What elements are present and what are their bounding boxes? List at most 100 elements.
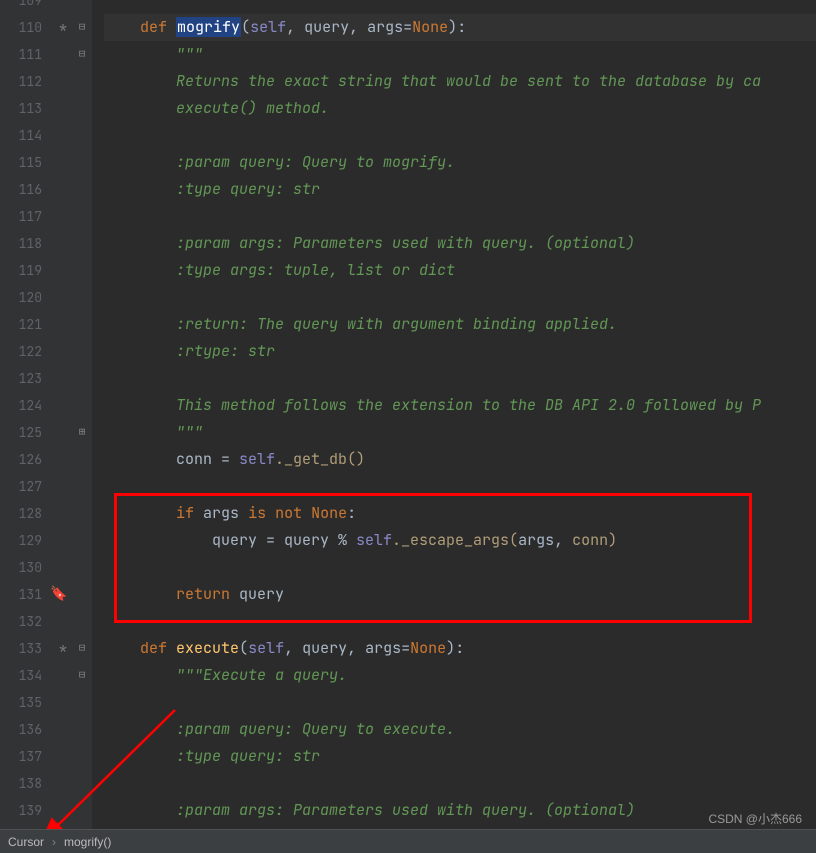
code-line[interactable]: return query: [104, 581, 816, 608]
fold-close-icon[interactable]: ⊞: [76, 419, 88, 446]
line-number: 137: [0, 743, 42, 770]
code-token: [104, 584, 176, 604]
code-token: ,: [286, 17, 304, 37]
code-token: query: [302, 638, 347, 658]
line-number: 112: [0, 68, 42, 95]
code-token: :: [455, 638, 464, 658]
code-line[interactable]: [104, 284, 816, 311]
code-token: :param args: Parameters used with query.…: [104, 233, 635, 253]
code-line[interactable]: if args is not None:: [104, 500, 816, 527]
bookmark-icon[interactable]: 🔖: [50, 581, 64, 608]
code-line[interactable]: """: [104, 41, 816, 68]
code-line[interactable]: Returns the exact string that would be s…: [104, 68, 816, 95]
code-token: ._escape_args(: [392, 530, 518, 550]
code-token: args: [365, 638, 401, 658]
line-number: 121: [0, 311, 42, 338]
code-token: :type query: str: [104, 746, 320, 766]
code-token: None: [410, 638, 446, 658]
code-line[interactable]: :param query: Query to execute.: [104, 716, 816, 743]
line-number: 120: [0, 284, 42, 311]
code-line[interactable]: This method follows the extension to the…: [104, 392, 816, 419]
code-line[interactable]: :param args: Parameters used with query.…: [104, 230, 816, 257]
line-number: 114: [0, 122, 42, 149]
code-token: :rtype: str: [104, 341, 275, 361]
code-token: args: [518, 530, 554, 550]
code-token: None: [311, 503, 347, 523]
fold-open-icon[interactable]: ⊟: [76, 635, 88, 662]
line-number: 125: [0, 419, 42, 446]
code-line[interactable]: conn = self._get_db(): [104, 446, 816, 473]
fold-open-icon[interactable]: ⊟: [76, 14, 88, 41]
code-line[interactable]: :type query: str: [104, 176, 816, 203]
code-token: args: [203, 503, 239, 523]
code-token: if: [176, 503, 203, 523]
editor-root: 109110*⊟111⊟1121131141151161171181191201…: [0, 0, 816, 853]
code-token: =: [403, 17, 412, 37]
code-token: ._get_db(): [275, 449, 365, 469]
code-token: :: [457, 17, 466, 37]
breadcrumb-item-1[interactable]: Cursor: [0, 835, 52, 849]
gutter-change-marker-icon: *: [58, 14, 68, 41]
code-token: ,: [347, 638, 365, 658]
code-token: :param args: Parameters used with query.…: [104, 800, 635, 820]
code-line[interactable]: [104, 203, 816, 230]
code-line[interactable]: [104, 0, 816, 14]
fold-open-icon[interactable]: ⊟: [76, 662, 88, 689]
watermark-text: CSDN @小杰666: [708, 810, 802, 827]
line-number: 115: [0, 149, 42, 176]
line-number: 133: [0, 635, 42, 662]
code-token: :type args: tuple, list or dict: [104, 260, 455, 280]
code-line[interactable]: :param query: Query to mogrify.: [104, 149, 816, 176]
line-number: 127: [0, 473, 42, 500]
line-number: 123: [0, 365, 42, 392]
code-line[interactable]: [104, 770, 816, 797]
code-line[interactable]: query = query % self._escape_args(args, …: [104, 527, 816, 554]
line-number: 130: [0, 554, 42, 581]
line-number: 113: [0, 95, 42, 122]
code-token: self: [248, 638, 284, 658]
code-token: ,: [284, 638, 302, 658]
code-token: None: [412, 17, 448, 37]
code-area[interactable]: def mogrify(self, query, args=None): """…: [92, 0, 816, 830]
code-line[interactable]: [104, 608, 816, 635]
code-token: conn =: [176, 449, 239, 469]
code-line[interactable]: [104, 365, 816, 392]
code-token: (: [241, 17, 250, 37]
line-number: 139: [0, 797, 42, 824]
code-token: query: [239, 584, 284, 604]
code-line[interactable]: def execute(self, query, args=None):: [104, 635, 816, 662]
code-token: =: [401, 638, 410, 658]
line-number: 116: [0, 176, 42, 203]
code-token: :param query: Query to execute.: [104, 719, 455, 739]
code-line[interactable]: [104, 689, 816, 716]
code-line[interactable]: [104, 554, 816, 581]
line-number: 117: [0, 203, 42, 230]
breadcrumb-item-2[interactable]: mogrify(): [56, 835, 119, 849]
code-token: """Execute a query.: [104, 665, 347, 685]
code-line[interactable]: [104, 473, 816, 500]
code-line[interactable]: def mogrify(self, query, args=None):: [104, 14, 816, 41]
line-number: 124: [0, 392, 42, 419]
code-token: ,: [554, 530, 572, 550]
code-line[interactable]: :type query: str: [104, 743, 816, 770]
breadcrumb-bar[interactable]: Cursor › mogrify(): [0, 829, 816, 853]
line-number: 134: [0, 662, 42, 689]
code-line[interactable]: execute() method.: [104, 95, 816, 122]
code-line[interactable]: [104, 122, 816, 149]
code-line[interactable]: :type args: tuple, list or dict: [104, 257, 816, 284]
code-line[interactable]: """: [104, 419, 816, 446]
code-token: This method follows the extension to the…: [104, 395, 761, 415]
code-token: [104, 449, 176, 469]
code-line[interactable]: :return: The query with argument binding…: [104, 311, 816, 338]
code-token: ): [448, 17, 457, 37]
code-line[interactable]: :rtype: str: [104, 338, 816, 365]
code-token: def: [140, 17, 176, 37]
code-token: def: [140, 638, 176, 658]
code-token: conn): [572, 530, 617, 550]
fold-open-icon[interactable]: ⊟: [76, 41, 88, 68]
line-number: 136: [0, 716, 42, 743]
line-number: 111: [0, 41, 42, 68]
code-token: execute: [176, 638, 239, 658]
code-token: self: [250, 17, 286, 37]
code-line[interactable]: """Execute a query.: [104, 662, 816, 689]
